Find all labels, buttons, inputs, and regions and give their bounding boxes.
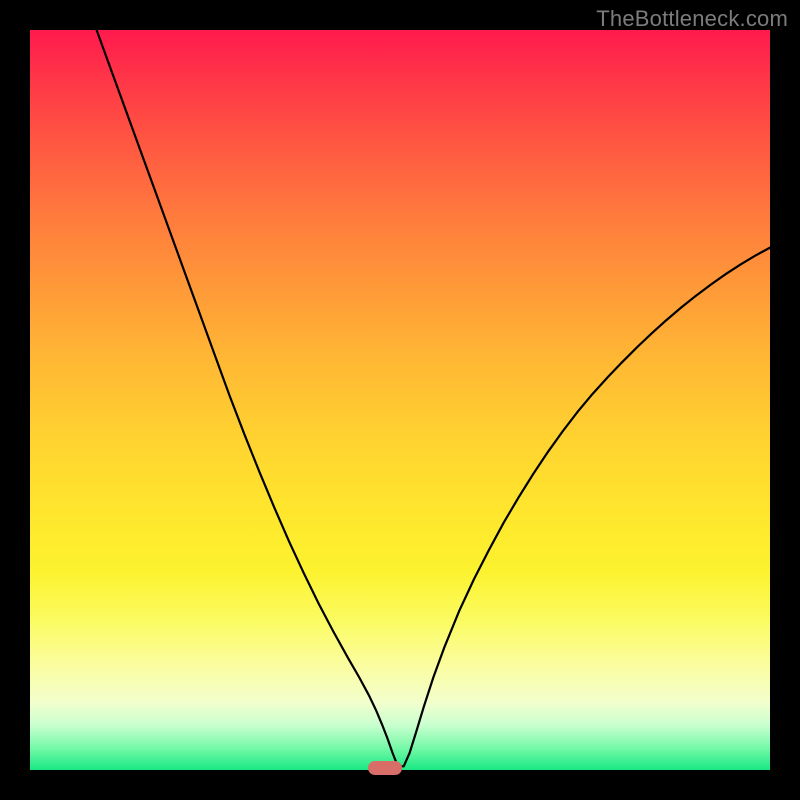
bottleneck-curve <box>30 30 770 770</box>
curve-path <box>97 30 770 766</box>
watermark-text: TheBottleneck.com <box>596 6 788 32</box>
optimum-marker <box>368 761 402 775</box>
plot-area <box>30 30 770 770</box>
